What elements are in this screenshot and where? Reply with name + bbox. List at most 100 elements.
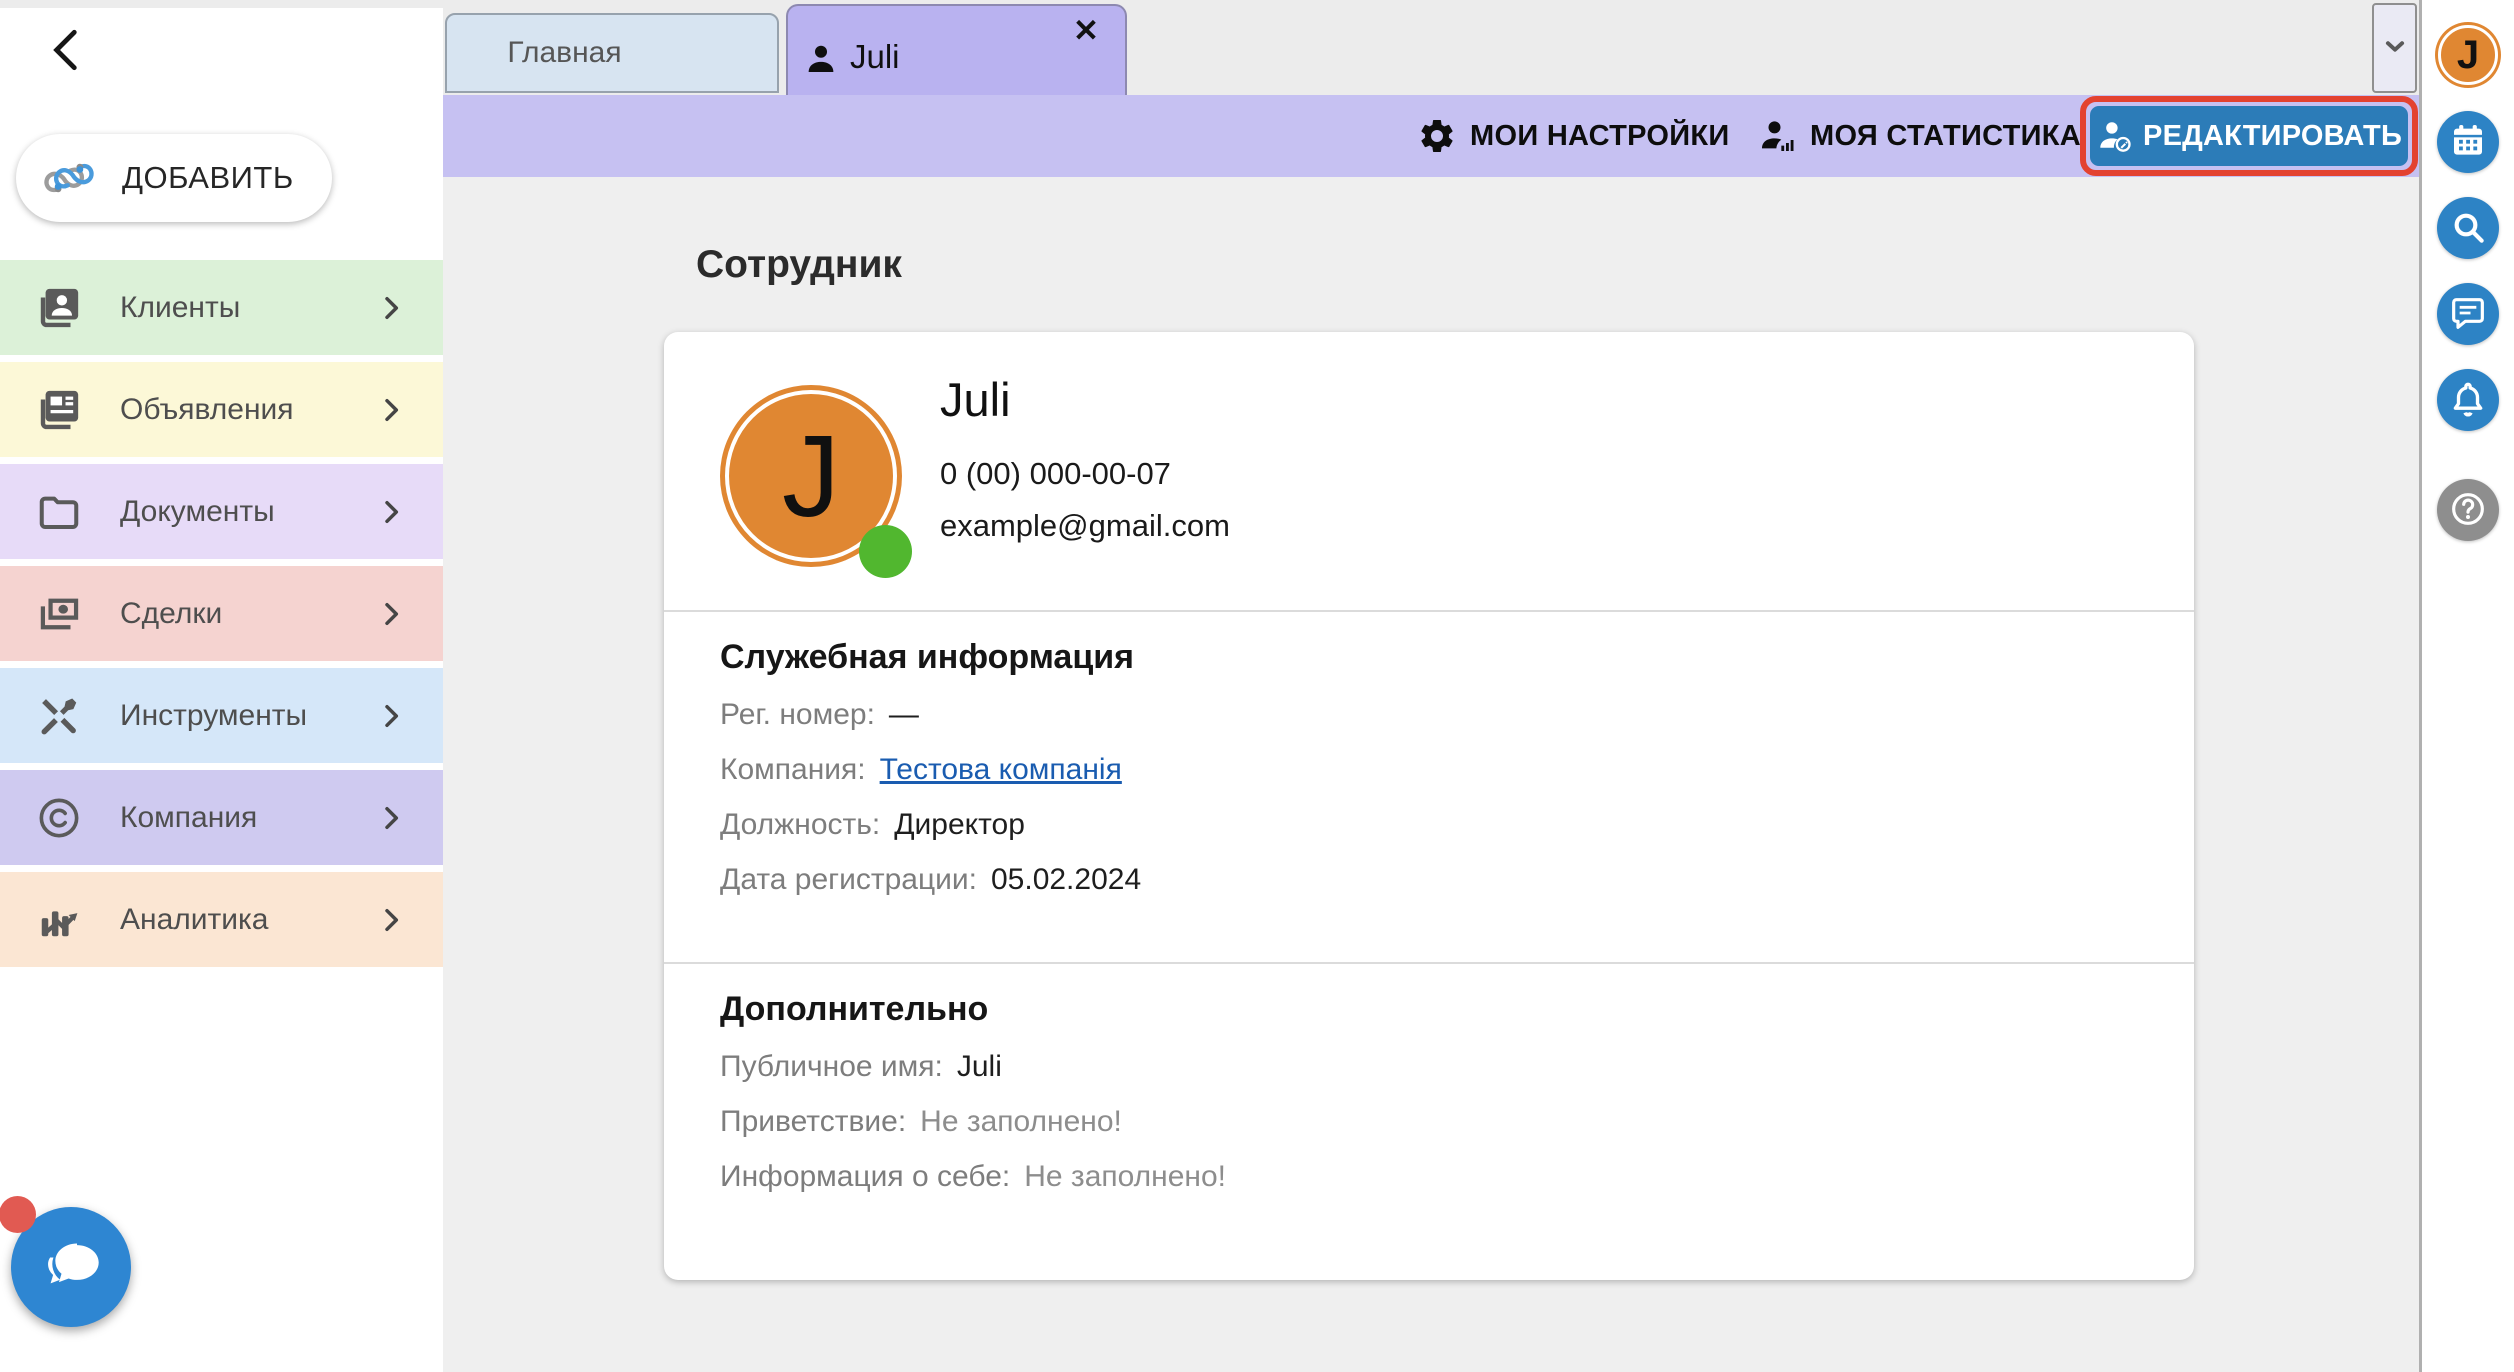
- sidebar-item-tools[interactable]: Инструменты: [0, 668, 443, 763]
- info-row-company: Компания: Тестова компанія: [720, 742, 2154, 797]
- person-icon: [802, 40, 840, 78]
- row-label: Должность:: [720, 808, 880, 842]
- person-edit-icon: [2096, 115, 2133, 157]
- app-window: ДОБАВИТЬ Клиенты Объявления: [0, 0, 2514, 1372]
- documents-icon: [36, 489, 82, 535]
- chevron-right-icon: [375, 802, 407, 834]
- avatar: J: [720, 385, 902, 567]
- sidebar-item-label: Аналитика: [120, 903, 269, 937]
- chevron-right-icon: [375, 904, 407, 936]
- employee-profile-header: J Juli 0 (00) 000-00-07 example@gmail.co…: [664, 332, 2194, 610]
- sidebar-item-label: Компания: [120, 801, 257, 835]
- avatar-letter: J: [2457, 33, 2479, 78]
- sidebar-item-clients[interactable]: Клиенты: [0, 260, 443, 355]
- user-avatar-button[interactable]: J: [2435, 22, 2501, 88]
- sidebar-item-label: Клиенты: [120, 291, 240, 325]
- employee-phone: 0 (00) 000-00-07: [940, 456, 1171, 492]
- help-icon: [2448, 489, 2488, 532]
- employee-toolbar: МОИ НАСТРОЙКИ МОЯ СТАТИСТИКА РЕДАКТИРОВА…: [443, 95, 2419, 177]
- edit-button-label: РЕДАКТИРОВАТЬ: [2143, 120, 2402, 153]
- page-title: Сотрудник: [696, 243, 902, 287]
- sidebar-item-label: Документы: [120, 495, 275, 529]
- avatar-letter: J: [782, 418, 840, 534]
- chevron-right-icon: [375, 394, 407, 426]
- right-icon-rail: J: [2419, 0, 2514, 1372]
- my-statistics-button[interactable]: МОЯ СТАТИСТИКА: [1757, 95, 2081, 177]
- additional-section: Дополнительно Публичное имя: Juli Привет…: [664, 962, 2194, 1280]
- search-icon: [2448, 207, 2488, 250]
- my-statistics-label: МОЯ СТАТИСТИКА: [1810, 120, 2081, 153]
- search-button[interactable]: [2437, 197, 2499, 259]
- info-row-position: Должность: Директор: [720, 797, 2154, 852]
- row-value: Не заполнено!: [1024, 1160, 1226, 1194]
- person-stats-icon: [1757, 116, 1797, 156]
- row-label: Приветствие:: [720, 1105, 906, 1139]
- sidebar-item-company[interactable]: Компания: [0, 770, 443, 865]
- notifications-button[interactable]: [2437, 369, 2499, 431]
- chat-icon: [2448, 293, 2488, 336]
- analytics-icon: [36, 897, 82, 943]
- info-row-public-name: Публичное имя: Juli: [720, 1039, 2154, 1094]
- edit-highlight-annotation: РЕДАКТИРОВАТЬ: [2080, 96, 2418, 176]
- close-icon[interactable]: ✕: [1073, 14, 1099, 48]
- back-button[interactable]: [42, 24, 92, 76]
- info-row-about: Информация о себе: Не заполнено!: [720, 1149, 2154, 1204]
- employee-name: Juli: [940, 372, 1011, 427]
- row-value: Директор: [894, 808, 1025, 842]
- my-settings-button[interactable]: МОИ НАСТРОЙКИ: [1417, 95, 1730, 177]
- bell-icon: [2448, 379, 2488, 422]
- sidebar-item-label: Инструменты: [120, 699, 307, 733]
- row-value: Juli: [957, 1050, 1002, 1084]
- deals-icon: [36, 591, 82, 637]
- app-logo-icon: [40, 149, 98, 207]
- row-label: Дата регистрации:: [720, 863, 977, 897]
- sidebar-item-deals[interactable]: Сделки: [0, 566, 443, 661]
- row-value: —: [889, 698, 919, 732]
- employee-card: J Juli 0 (00) 000-00-07 example@gmail.co…: [664, 332, 2194, 1280]
- edit-button[interactable]: РЕДАКТИРОВАТЬ: [2090, 106, 2408, 166]
- company-link[interactable]: Тестова компанія: [880, 753, 1122, 787]
- gear-icon: [1417, 116, 1457, 156]
- online-status-dot: [859, 525, 912, 578]
- chat-notification-badge: [0, 1196, 36, 1233]
- ads-icon: [36, 387, 82, 433]
- info-row-greeting: Приветствие: Не заполнено!: [720, 1094, 2154, 1149]
- service-info-section: Служебная информация Рег. номер: — Компа…: [664, 610, 2194, 962]
- tab-employee-label: Juli: [850, 38, 900, 76]
- sidebar: ДОБАВИТЬ Клиенты Объявления: [0, 0, 443, 1372]
- tab-home-label: Главная: [507, 36, 621, 70]
- main-content: Сотрудник J Juli 0 (00) 000-00-07 exampl…: [443, 177, 2419, 1372]
- tab-home[interactable]: Главная: [445, 13, 779, 93]
- chevron-down-icon: [2378, 29, 2412, 68]
- calendar-icon: [2448, 121, 2488, 164]
- tab-bar: Главная Juli ✕: [443, 0, 2419, 95]
- info-row-registration-date: Дата регистрации: 05.02.2024: [720, 852, 2154, 907]
- row-label: Публичное имя:: [720, 1050, 943, 1084]
- chevron-right-icon: [375, 496, 407, 528]
- tab-employee-juli[interactable]: Juli ✕: [786, 4, 1127, 95]
- info-row-reg-number: Рег. номер: —: [720, 687, 2154, 742]
- help-button[interactable]: [2437, 479, 2499, 541]
- sidebar-item-analytics[interactable]: Аналитика: [0, 872, 443, 967]
- sidebar-item-documents[interactable]: Документы: [0, 464, 443, 559]
- row-value: Не заполнено!: [920, 1105, 1122, 1139]
- window-top-edge: [0, 0, 443, 8]
- calendar-button[interactable]: [2437, 111, 2499, 173]
- row-label: Информация о себе:: [720, 1160, 1010, 1194]
- section-title: Дополнительно: [720, 990, 2154, 1029]
- add-button[interactable]: ДОБАВИТЬ: [16, 134, 332, 222]
- sidebar-menu: Клиенты Объявления Документы: [0, 260, 443, 974]
- clients-icon: [36, 285, 82, 331]
- section-title: Служебная информация: [720, 638, 2154, 677]
- sidebar-item-label: Объявления: [120, 393, 294, 427]
- sidebar-item-ads[interactable]: Объявления: [0, 362, 443, 457]
- employee-email: example@gmail.com: [940, 508, 1230, 544]
- messages-button[interactable]: [2437, 283, 2499, 345]
- tab-overflow-button[interactable]: [2372, 3, 2417, 93]
- row-label: Рег. номер:: [720, 698, 875, 732]
- chat-bubbles-icon: [33, 1228, 109, 1307]
- row-label: Компания:: [720, 753, 866, 787]
- row-value: 05.02.2024: [991, 863, 1141, 897]
- chevron-left-icon: [42, 64, 92, 79]
- sidebar-item-label: Сделки: [120, 597, 222, 631]
